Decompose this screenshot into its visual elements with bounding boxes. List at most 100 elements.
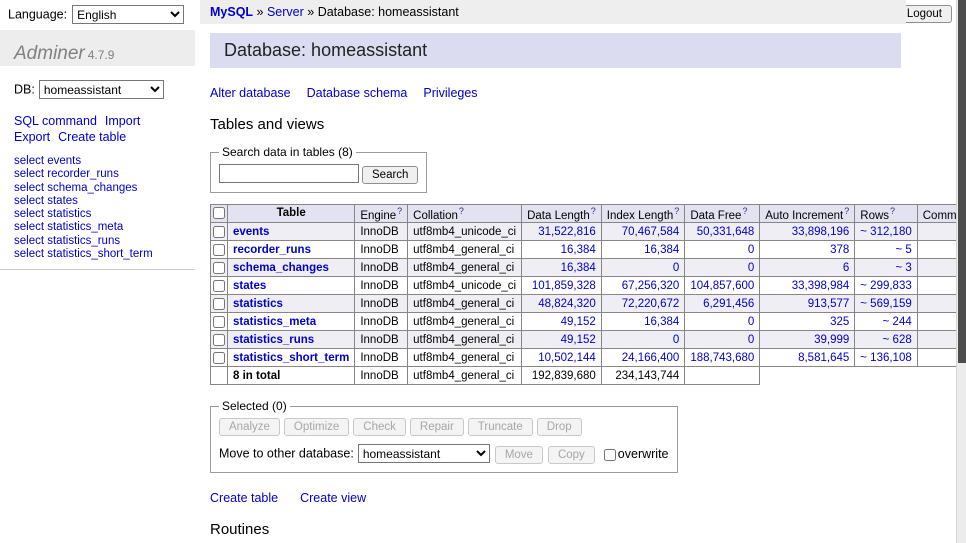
data-length-link[interactable]: 49,152 xyxy=(561,334,596,346)
row-checkbox[interactable] xyxy=(213,244,225,256)
search-input[interactable] xyxy=(219,164,359,183)
data-free-link[interactable]: 50,331,648 xyxy=(697,226,755,238)
bulk-truncate-button[interactable]: Truncate xyxy=(468,418,533,436)
help-link[interactable]: ? xyxy=(674,206,679,216)
row-checkbox[interactable] xyxy=(213,316,225,328)
row-checkbox[interactable] xyxy=(213,262,225,274)
db-select[interactable]: homeassistant xyxy=(39,80,164,99)
row-checkbox[interactable] xyxy=(213,280,225,292)
table-name-link[interactable]: recorder_runs xyxy=(233,244,311,256)
help-link[interactable]: ? xyxy=(397,206,402,216)
auto-increment-link[interactable]: 8,581,645 xyxy=(798,352,849,364)
index-length-link[interactable]: 0 xyxy=(673,334,679,346)
auto-increment-link[interactable]: 6 xyxy=(843,262,849,274)
data-length-link[interactable]: 101,859,328 xyxy=(532,280,596,292)
help-link[interactable]: ? xyxy=(844,206,849,216)
link-database-schema[interactable]: Database schema xyxy=(307,86,408,100)
bulk-check-button[interactable]: Check xyxy=(353,418,406,436)
link-create-table[interactable]: Create table xyxy=(210,491,278,505)
rows-link[interactable]: ~ 569,159 xyxy=(860,298,911,310)
help-link[interactable]: ? xyxy=(742,206,747,216)
breadcrumb-item-mysql[interactable]: MySQL xyxy=(210,5,253,19)
auto-increment-link[interactable]: 33,398,984 xyxy=(792,280,850,292)
sidebar-link-select-states[interactable]: select states xyxy=(14,195,78,207)
rows-link[interactable]: ~ 628 xyxy=(883,334,912,346)
language-select[interactable]: English xyxy=(72,5,184,24)
table-name-link[interactable]: statistics xyxy=(233,298,283,310)
link-alter-database[interactable]: Alter database xyxy=(210,86,291,100)
link-privileges[interactable]: Privileges xyxy=(423,86,477,100)
data-free-link[interactable]: 104,857,600 xyxy=(690,280,754,292)
scrollbar-thumb[interactable] xyxy=(958,0,966,363)
sidebar-link-sql-command[interactable]: SQL command xyxy=(14,114,97,128)
row-checkbox[interactable] xyxy=(213,226,225,238)
sidebar-link-export[interactable]: Export xyxy=(14,130,50,144)
row-checkbox[interactable] xyxy=(213,352,225,364)
table-name-link[interactable]: states xyxy=(233,280,266,292)
data-length-link[interactable]: 16,384 xyxy=(561,262,596,274)
auto-increment-link[interactable]: 378 xyxy=(830,244,849,256)
table-name-link[interactable]: statistics_runs xyxy=(233,334,314,346)
overwrite-checkbox[interactable] xyxy=(604,449,616,461)
bulk-analyze-button[interactable]: Analyze xyxy=(219,418,280,436)
table-name-link[interactable]: schema_changes xyxy=(233,262,329,274)
data-length-link[interactable]: 31,522,816 xyxy=(538,226,596,238)
data-free-link[interactable]: 0 xyxy=(748,262,754,274)
help-link[interactable]: ? xyxy=(890,206,895,216)
help-link[interactable]: ? xyxy=(459,206,464,216)
data-free-link[interactable]: 0 xyxy=(748,316,754,328)
rows-link[interactable]: ~ 312,180 xyxy=(860,226,911,238)
data-length-link[interactable]: 49,152 xyxy=(561,316,596,328)
select-all-checkbox[interactable] xyxy=(213,207,225,219)
rows-link[interactable]: ~ 244 xyxy=(883,316,912,328)
auto-increment-link[interactable]: 325 xyxy=(830,316,849,328)
row-checkbox[interactable] xyxy=(213,298,225,310)
move-button[interactable]: Move xyxy=(495,446,543,464)
index-length-link[interactable]: 16,384 xyxy=(644,244,679,256)
sidebar-link-select-statistics-meta[interactable]: select statistics_meta xyxy=(14,221,123,233)
rows-link[interactable]: ~ 3 xyxy=(895,262,911,274)
index-length-link[interactable]: 0 xyxy=(673,262,679,274)
link-create-view[interactable]: Create view xyxy=(300,491,366,505)
sidebar-link-select-statistics[interactable]: select statistics xyxy=(14,208,91,220)
rows-link[interactable]: ~ 299,833 xyxy=(860,280,911,292)
sidebar-link-select-events[interactable]: select events xyxy=(14,155,81,167)
rows-link[interactable]: ~ 5 xyxy=(895,244,911,256)
table-name-link[interactable]: events xyxy=(233,226,269,238)
breadcrumb-item-server[interactable]: Server xyxy=(267,5,304,19)
tables-table: TableEngine?Collation?Data Length?Index … xyxy=(210,204,966,386)
auto-increment-link[interactable]: 913,577 xyxy=(808,298,850,310)
row-checkbox[interactable] xyxy=(213,334,225,346)
copy-button[interactable]: Copy xyxy=(548,446,595,464)
bulk-drop-button[interactable]: Drop xyxy=(537,418,582,436)
bulk-repair-button[interactable]: Repair xyxy=(410,418,464,436)
sidebar-link-select-statistics-short-term[interactable]: select statistics_short_term xyxy=(14,248,153,260)
index-length-link[interactable]: 72,220,672 xyxy=(622,298,680,310)
scrollbar[interactable] xyxy=(956,0,966,543)
table-name-link[interactable]: statistics_meta xyxy=(233,316,316,328)
rows-link[interactable]: ~ 136,108 xyxy=(860,352,911,364)
move-db-select[interactable]: homeassistant xyxy=(358,444,490,463)
search-button[interactable]: Search xyxy=(362,166,418,184)
data-length-link[interactable]: 10,502,144 xyxy=(538,352,596,364)
data-free-link[interactable]: 6,291,456 xyxy=(703,298,754,310)
index-length-link[interactable]: 67,256,320 xyxy=(622,280,680,292)
sidebar-link-select-statistics-runs[interactable]: select statistics_runs xyxy=(14,235,120,247)
data-free-link[interactable]: 188,743,680 xyxy=(690,352,754,364)
auto-increment-link[interactable]: 39,999 xyxy=(814,334,849,346)
table-name-link[interactable]: statistics_short_term xyxy=(233,352,349,364)
data-free-link[interactable]: 0 xyxy=(748,334,754,346)
index-length-link[interactable]: 16,384 xyxy=(644,316,679,328)
data-length-link[interactable]: 16,384 xyxy=(561,244,596,256)
index-length-link[interactable]: 70,467,584 xyxy=(622,226,680,238)
help-link[interactable]: ? xyxy=(591,206,596,216)
auto-increment-link[interactable]: 33,898,196 xyxy=(792,226,850,238)
data-free-link[interactable]: 0 xyxy=(748,244,754,256)
sidebar-link-select-schema-changes[interactable]: select schema_changes xyxy=(14,182,137,194)
bulk-optimize-button[interactable]: Optimize xyxy=(284,418,349,436)
sidebar-link-import[interactable]: Import xyxy=(105,114,140,128)
sidebar-link-select-recorder-runs[interactable]: select recorder_runs xyxy=(14,168,119,180)
index-length-link[interactable]: 24,166,400 xyxy=(622,352,680,364)
sidebar-link-create-table[interactable]: Create table xyxy=(58,130,126,144)
data-length-link[interactable]: 48,824,320 xyxy=(538,298,596,310)
